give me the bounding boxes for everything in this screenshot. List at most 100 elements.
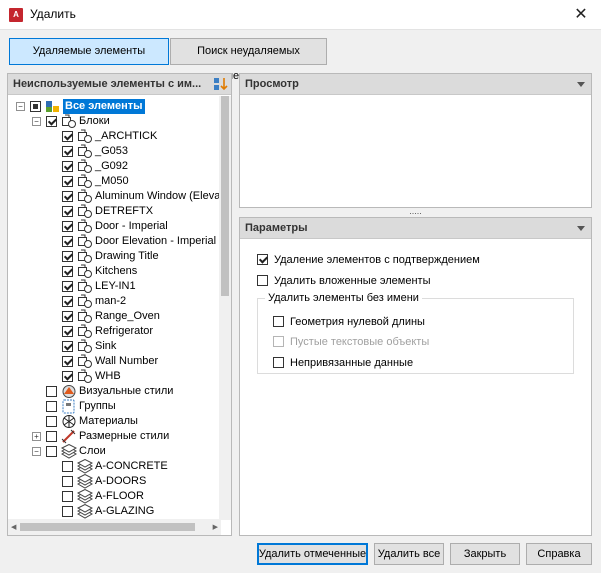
tree-item-checkbox[interactable] — [46, 431, 57, 442]
tree-item[interactable]: Drawing Title — [8, 249, 221, 264]
tree-item-checkbox[interactable] — [46, 401, 57, 412]
tree-item[interactable]: A-GLAZING — [8, 503, 221, 519]
tree-item[interactable]: − Блоки — [8, 114, 221, 129]
tree-item-checkbox[interactable] — [62, 146, 73, 157]
panel-splitter[interactable]: ..... — [239, 207, 592, 217]
tree-item[interactable]: Range_Oven — [8, 309, 221, 324]
tree-item[interactable]: _G053 — [8, 144, 221, 159]
parameters-panel-header[interactable]: Параметры — [240, 218, 591, 239]
tree-item[interactable]: − Все элементы — [8, 99, 221, 114]
collapse-arrow-icon[interactable] — [577, 226, 585, 231]
close-window-icon[interactable]: ✕ — [561, 0, 601, 30]
tree-item[interactable]: − Слои — [8, 443, 221, 459]
tree-item-checkbox[interactable] — [62, 236, 73, 247]
sort-icon[interactable] — [213, 76, 229, 92]
tree-item-checkbox[interactable] — [62, 461, 73, 472]
preview-panel: Просмотр — [239, 73, 592, 208]
tree-item-checkbox[interactable] — [62, 476, 73, 487]
scroll-right-icon[interactable]: ▶ — [213, 523, 218, 531]
tree-item-label: DETREFTX — [95, 205, 154, 217]
tree-item[interactable]: LEY-IN1 — [8, 279, 221, 294]
tree-item-checkbox[interactable] — [62, 491, 73, 502]
tree-item[interactable]: Визуальные стили — [8, 384, 221, 399]
tree-item-checkbox[interactable] — [46, 446, 57, 457]
collapse-icon[interactable]: − — [32, 447, 41, 456]
tree-item-checkbox[interactable] — [62, 326, 73, 337]
scroll-left-icon[interactable]: ◀ — [11, 523, 16, 531]
confirm-checkbox[interactable] — [257, 254, 268, 265]
tree-item-checkbox[interactable] — [62, 251, 73, 262]
horizontal-scroll-thumb[interactable] — [20, 523, 195, 531]
tree-item-checkbox[interactable] — [62, 311, 73, 322]
tree-item[interactable]: + Размерные стили — [8, 429, 221, 444]
purge-checked-button[interactable]: Удалить отмеченные — [257, 543, 368, 565]
tree-item[interactable]: Материалы — [8, 414, 221, 429]
tree-item[interactable]: A-FLOOR — [8, 488, 221, 504]
tree-item-checkbox[interactable] — [62, 161, 73, 172]
nested-checkbox[interactable] — [257, 275, 268, 286]
collapse-icon[interactable]: − — [32, 117, 41, 126]
expand-icon[interactable]: + — [32, 432, 41, 441]
purge-tree[interactable]: − Все элементы − Блоки _ARCHTICK _G053 _G092 _M… — [8, 96, 221, 520]
tree-item-checkbox[interactable] — [62, 206, 73, 217]
tree-item-checkbox[interactable] — [62, 176, 73, 187]
tree-item-checkbox[interactable] — [62, 281, 73, 292]
tree-item[interactable]: Wall Number — [8, 354, 221, 369]
nested-label: Удалить вложенные элементы — [274, 275, 431, 287]
orphaned-data-checkbox[interactable] — [273, 357, 284, 368]
vertical-scroll-thumb[interactable] — [221, 96, 229, 296]
tree-item-checkbox[interactable] — [62, 191, 73, 202]
tree-item[interactable]: DETREFTX — [8, 204, 221, 219]
tree-horizontal-scrollbar[interactable]: ◀ ▶ — [8, 519, 221, 535]
collapse-arrow-icon[interactable] — [577, 82, 585, 87]
block-icon — [77, 174, 93, 189]
tab-purgeable-items[interactable]: Удаляемые элементы — [9, 38, 169, 65]
block-icon — [77, 309, 93, 324]
unnamed-group-title: Удалить элементы без имени — [265, 292, 422, 304]
tree-item[interactable]: _G092 — [8, 159, 221, 174]
tree-item[interactable]: Группы — [8, 399, 221, 414]
close-button[interactable]: Закрыть — [450, 543, 520, 565]
tree-item-label: man-2 — [95, 295, 127, 307]
tree-item-label: Материалы — [79, 415, 138, 427]
block-icon — [77, 159, 93, 174]
tree-vertical-scrollbar[interactable] — [219, 96, 231, 520]
parameters-panel-title: Параметры — [245, 222, 308, 234]
tree-item[interactable]: man-2 — [8, 294, 221, 309]
purge-all-button[interactable]: Удалить все — [374, 543, 444, 565]
tree-item[interactable]: Refrigerator — [8, 324, 221, 339]
tree-item-checkbox[interactable] — [46, 386, 57, 397]
tree-item-checkbox[interactable] — [62, 506, 73, 517]
tree-item[interactable]: Door Elevation - Imperial — [8, 234, 221, 249]
tree-item[interactable]: Aluminum Window (Elevation) — [8, 189, 221, 204]
tree-item-checkbox[interactable] — [62, 221, 73, 232]
tree-item[interactable]: _ARCHTICK — [8, 129, 221, 144]
tree-item[interactable]: WHB — [8, 369, 221, 384]
tree-item[interactable]: A-CONCRETE — [8, 458, 221, 474]
tree-item-checkbox[interactable] — [62, 296, 73, 307]
tree-item-checkbox[interactable] — [62, 341, 73, 352]
material-icon — [61, 414, 77, 429]
tree-item-label: _G053 — [95, 145, 129, 157]
tree-item-label: Sink — [95, 340, 117, 352]
collapse-icon[interactable]: − — [16, 102, 25, 111]
tree-item-checkbox[interactable] — [62, 266, 73, 277]
orphaned-data-label: Непривязанные данные — [290, 357, 414, 369]
tree-item-checkbox[interactable] — [46, 416, 57, 427]
tree-item-checkbox[interactable] — [62, 131, 73, 142]
block-icon — [77, 204, 93, 219]
preview-panel-header[interactable]: Просмотр — [240, 74, 591, 95]
tree-item[interactable]: _M050 — [8, 174, 221, 189]
tree-item[interactable]: Door - Imperial — [8, 219, 221, 234]
tree-item[interactable]: Kitchens — [8, 264, 221, 279]
tab-find-non-purgeable[interactable]: Поиск неудаляемых элементов — [170, 38, 327, 82]
help-button[interactable]: Справка — [526, 543, 592, 565]
tree-item-checkbox[interactable] — [62, 356, 73, 367]
zero-length-checkbox[interactable] — [273, 316, 284, 327]
tree-item-checkbox[interactable] — [30, 101, 41, 112]
tree-item[interactable]: A-DOORS — [8, 473, 221, 489]
tree-item-checkbox[interactable] — [46, 116, 57, 127]
tree-item[interactable]: Sink — [8, 339, 221, 354]
layer-icon — [76, 473, 94, 489]
tree-item-checkbox[interactable] — [62, 371, 73, 382]
